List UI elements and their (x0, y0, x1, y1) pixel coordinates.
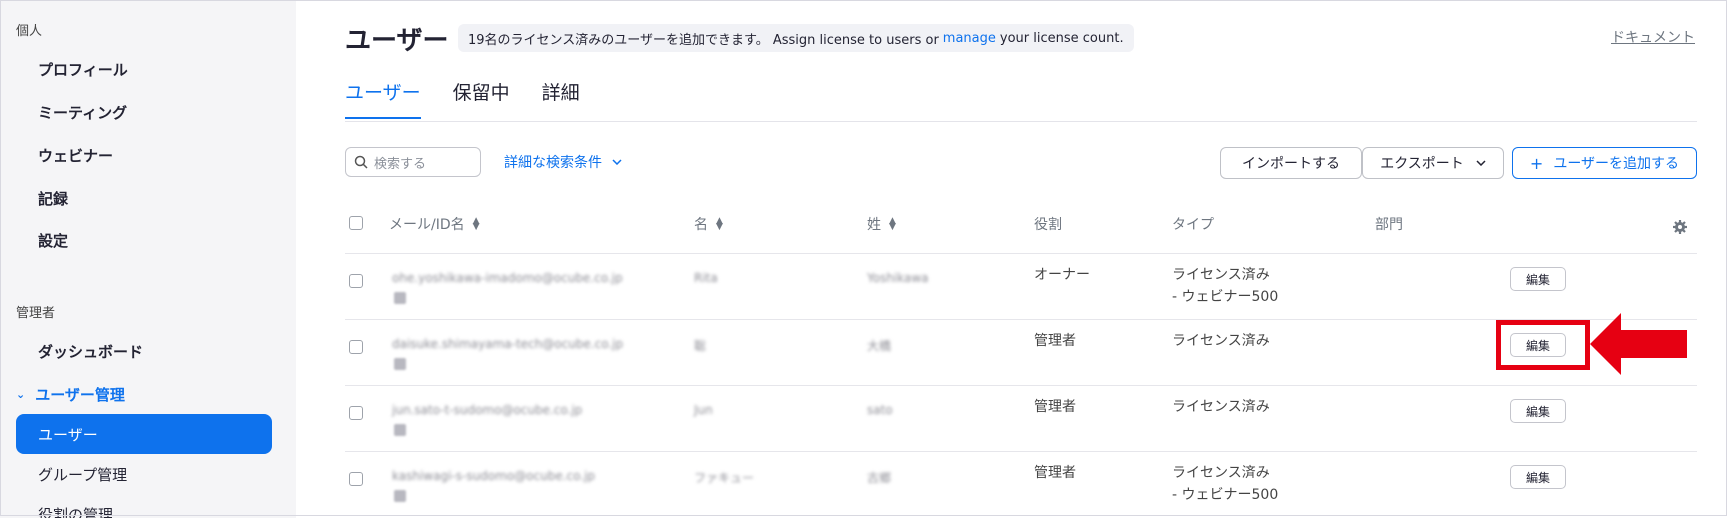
add-user-label: ユーザーを追加する (1553, 156, 1680, 172)
user-first-name: Jun (694, 403, 713, 417)
tab-users[interactable]: ユーザー (345, 78, 421, 119)
import-label: インポートする (1242, 156, 1340, 172)
license-text: 19名のライセンス済みのユーザーを追加できます。 Assign license … (468, 32, 939, 48)
user-role: 管理者 (1034, 333, 1076, 349)
column-label-email: メール/ID名 (389, 217, 465, 233)
select-all-checkbox[interactable] (349, 216, 363, 230)
column-header-department: 部門 (1375, 214, 1403, 234)
export-label: エクスポート (1380, 156, 1464, 172)
user-type: ライセンス済み (1172, 333, 1270, 349)
row-divider (345, 451, 1697, 452)
highlight-box (1496, 320, 1590, 370)
search-placeholder: 検索する (374, 156, 427, 172)
arrow-left-icon (1590, 313, 1687, 375)
documentation-link[interactable]: ドキュメント (1611, 27, 1695, 47)
user-first-name: Rita (694, 271, 718, 285)
column-label-last-name: 姓 (867, 217, 881, 233)
sort-icon: ▲ ▼ (472, 216, 480, 232)
sidebar-item-role-management[interactable]: 役割の管理 (38, 504, 113, 518)
tab-bar: ユーザー 保留中 詳細 (345, 78, 580, 119)
sidebar-item-group-management[interactable]: グループ管理 (38, 464, 127, 485)
column-label-type: タイプ (1172, 217, 1214, 233)
column-label-department: 部門 (1375, 217, 1403, 233)
user-last-name: 古郷 (867, 471, 892, 485)
edit-button[interactable]: 編集 (1510, 465, 1566, 489)
edit-button[interactable]: 編集 (1510, 267, 1566, 291)
user-last-name: sato (867, 403, 893, 417)
sidebar-section-personal: 個人 (16, 24, 43, 39)
sidebar-item-profile[interactable]: プロフィール (38, 59, 128, 80)
column-header-email[interactable]: メール/ID名 ▲ ▼ (389, 214, 480, 234)
chevron-down-icon (1476, 160, 1486, 166)
user-role: 管理者 (1034, 465, 1076, 481)
row-divider (345, 253, 1697, 254)
user-email[interactable]: kashiwagi-s-sudomo@ocube.co.jp (392, 469, 595, 483)
sidebar-section-admin: 管理者 (16, 306, 56, 321)
page-title: ユーザー (345, 26, 449, 56)
column-header-last-name[interactable]: 姓 ▲ ▼ (867, 214, 896, 234)
sidebar-item-meetings[interactable]: ミーティング (38, 102, 127, 123)
export-button[interactable]: エクスポート (1362, 147, 1504, 179)
license-text-end: your license count. (999, 30, 1124, 46)
user-badge (394, 292, 406, 304)
sidebar-group-label: ユーザー管理 (35, 386, 125, 404)
sort-icon: ▲ ▼ (889, 216, 896, 232)
user-email[interactable]: daisuke.shimayama-tech@ocube.co.jp (392, 337, 623, 351)
user-type-addon: - ウェビナー500 (1172, 487, 1279, 503)
edit-button[interactable]: 編集 (1510, 399, 1566, 423)
tab-advanced[interactable]: 詳細 (542, 78, 580, 119)
column-label-role: 役割 (1034, 217, 1062, 233)
import-button[interactable]: インポートする (1220, 147, 1362, 179)
row-divider (345, 319, 1697, 320)
user-type-addon: - ウェビナー500 (1172, 289, 1279, 305)
row-divider (345, 385, 1697, 386)
sidebar: 個人 プロフィール ミーティング ウェビナー 記録 設定 管理者 ダッシュボード… (0, 0, 296, 518)
tabs-divider (345, 121, 1697, 122)
tab-pending[interactable]: 保留中 (453, 78, 510, 119)
row-checkbox[interactable] (349, 406, 363, 420)
plus-icon: + (1529, 153, 1544, 173)
user-badge (394, 358, 406, 370)
sidebar-item-users[interactable]: ユーザー (16, 414, 272, 454)
sidebar-item-dashboard[interactable]: ダッシュボード (38, 341, 143, 362)
sidebar-item-recordings[interactable]: 記録 (38, 188, 68, 209)
user-badge (394, 424, 406, 436)
chevron-down-icon: ⌄ (16, 388, 26, 401)
search-input[interactable]: 検索する (345, 147, 481, 177)
sidebar-group-user-management[interactable]: ⌄ ユーザー管理 (16, 384, 125, 405)
user-email[interactable]: jun.sato-t-sudomo@ocube.co.jp (392, 403, 582, 417)
user-type: ライセンス済み (1172, 267, 1270, 283)
user-first-name: ファキュー (694, 471, 755, 485)
gear-icon[interactable] (1672, 219, 1688, 235)
manage-license-link[interactable]: manage (943, 31, 996, 46)
user-last-name: 大橋 (867, 339, 892, 353)
chevron-down-icon (612, 159, 622, 165)
user-type: ライセンス済み (1172, 465, 1270, 481)
user-first-name: 聡 (694, 339, 707, 353)
sidebar-item-webinars[interactable]: ウェビナー (38, 145, 113, 166)
column-header-type: タイプ (1172, 214, 1214, 234)
user-last-name: Yoshikawa (867, 271, 929, 285)
column-label-first-name: 名 (694, 217, 708, 233)
advanced-search-toggle[interactable]: 詳細な検索条件 (504, 152, 622, 172)
column-header-first-name[interactable]: 名 ▲ ▼ (694, 214, 723, 234)
row-checkbox[interactable] (349, 340, 363, 354)
search-icon (354, 155, 368, 169)
row-checkbox[interactable] (349, 472, 363, 486)
user-type: ライセンス済み (1172, 399, 1270, 415)
user-email[interactable]: ohe.yoshikawa-imadomo@ocube.co.jp (392, 271, 623, 285)
license-banner: 19名のライセンス済みのユーザーを追加できます。 Assign license … (458, 24, 1134, 52)
user-role: 管理者 (1034, 399, 1076, 415)
row-checkbox[interactable] (349, 274, 363, 288)
column-header-role: 役割 (1034, 214, 1062, 234)
user-role: オーナー (1034, 267, 1090, 283)
advanced-search-label: 詳細な検索条件 (504, 155, 602, 171)
add-user-button[interactable]: + ユーザーを追加する (1512, 147, 1697, 179)
sidebar-item-settings[interactable]: 設定 (38, 230, 68, 251)
sort-icon: ▲ ▼ (716, 216, 723, 232)
user-badge (394, 490, 406, 502)
